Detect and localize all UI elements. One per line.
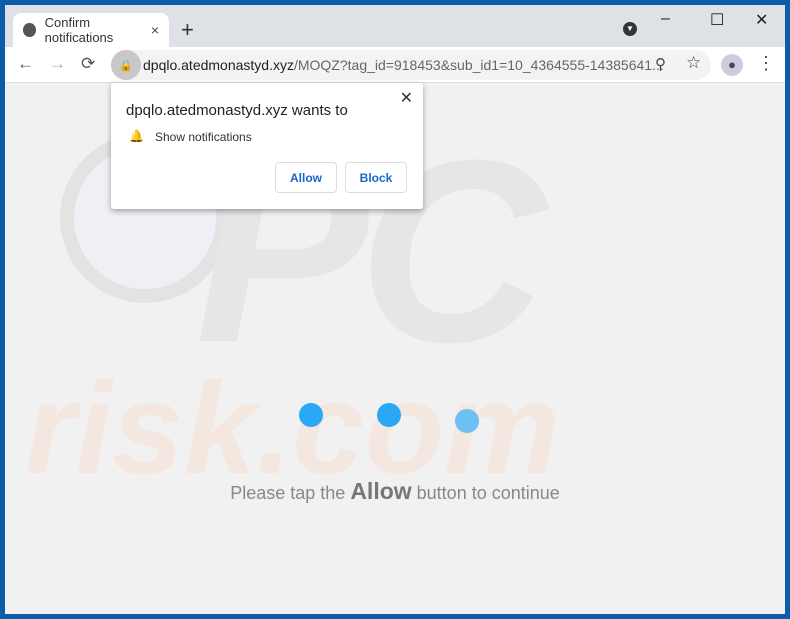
browser-window: Confirm notifications × + ▼ – ☐ ✕ ← → ⟳ … <box>5 5 785 614</box>
instruction-message: Please tap the Allow button to continue <box>5 478 785 505</box>
bell-icon: 🔔 <box>129 129 144 143</box>
msg-before: Please tap the <box>230 483 351 503</box>
tab-title: Confirm notifications <box>44 15 114 45</box>
globe-icon <box>23 23 36 37</box>
tab-bar: Confirm notifications × + ▼ – ☐ ✕ <box>5 5 785 47</box>
maximize-button[interactable]: ☐ <box>710 10 724 30</box>
msg-after: button to continue <box>411 483 560 503</box>
url-path: /MOQZ?tag_id=918453&sub_id1=10_4364555-1… <box>293 57 664 73</box>
permission-label: Show notifications <box>155 130 252 144</box>
loading-dot <box>377 403 401 427</box>
forward-button[interactable]: → <box>49 54 66 74</box>
profile-avatar[interactable]: ● <box>721 54 743 76</box>
zoom-icon[interactable]: ⚲ <box>655 55 666 73</box>
tab-confirm-notifications[interactable]: Confirm notifications × <box>13 13 169 47</box>
new-tab-button[interactable]: + <box>181 17 194 43</box>
msg-bold: Allow <box>350 478 412 504</box>
popup-title: dpqlo.atedmonastyd.xyz wants to <box>126 102 348 119</box>
notification-permission-popup: dpqlo.atedmonastyd.xyz wants to ✕ 🔔 Show… <box>111 83 423 209</box>
back-button[interactable]: ← <box>17 54 34 74</box>
close-window-button[interactable]: ✕ <box>755 10 768 30</box>
block-button[interactable]: Block <box>345 162 407 193</box>
toolbar: ← → ⟳ 🔒 dpqlo.atedmonastyd.xyz/MOQZ?tag_… <box>5 47 785 83</box>
menu-icon[interactable]: ⋮ <box>757 53 775 74</box>
star-icon[interactable]: ☆ <box>686 53 701 73</box>
popup-close-icon[interactable]: ✕ <box>400 88 413 108</box>
minimize-button[interactable]: – <box>661 10 670 28</box>
lock-icon[interactable]: 🔒 <box>111 50 141 80</box>
allow-button[interactable]: Allow <box>275 162 337 193</box>
tab-close-icon[interactable]: × <box>151 22 159 38</box>
loading-dot <box>455 409 479 433</box>
url-text[interactable]: dpqlo.atedmonastyd.xyz/MOQZ?tag_id=91845… <box>143 57 664 73</box>
extension-icon[interactable]: ▼ <box>623 22 637 36</box>
loading-dot <box>299 403 323 427</box>
address-bar[interactable]: 🔒 dpqlo.atedmonastyd.xyz/MOQZ?tag_id=918… <box>111 50 711 80</box>
reload-button[interactable]: ⟳ <box>81 54 95 74</box>
url-host: dpqlo.atedmonastyd.xyz <box>143 57 294 73</box>
